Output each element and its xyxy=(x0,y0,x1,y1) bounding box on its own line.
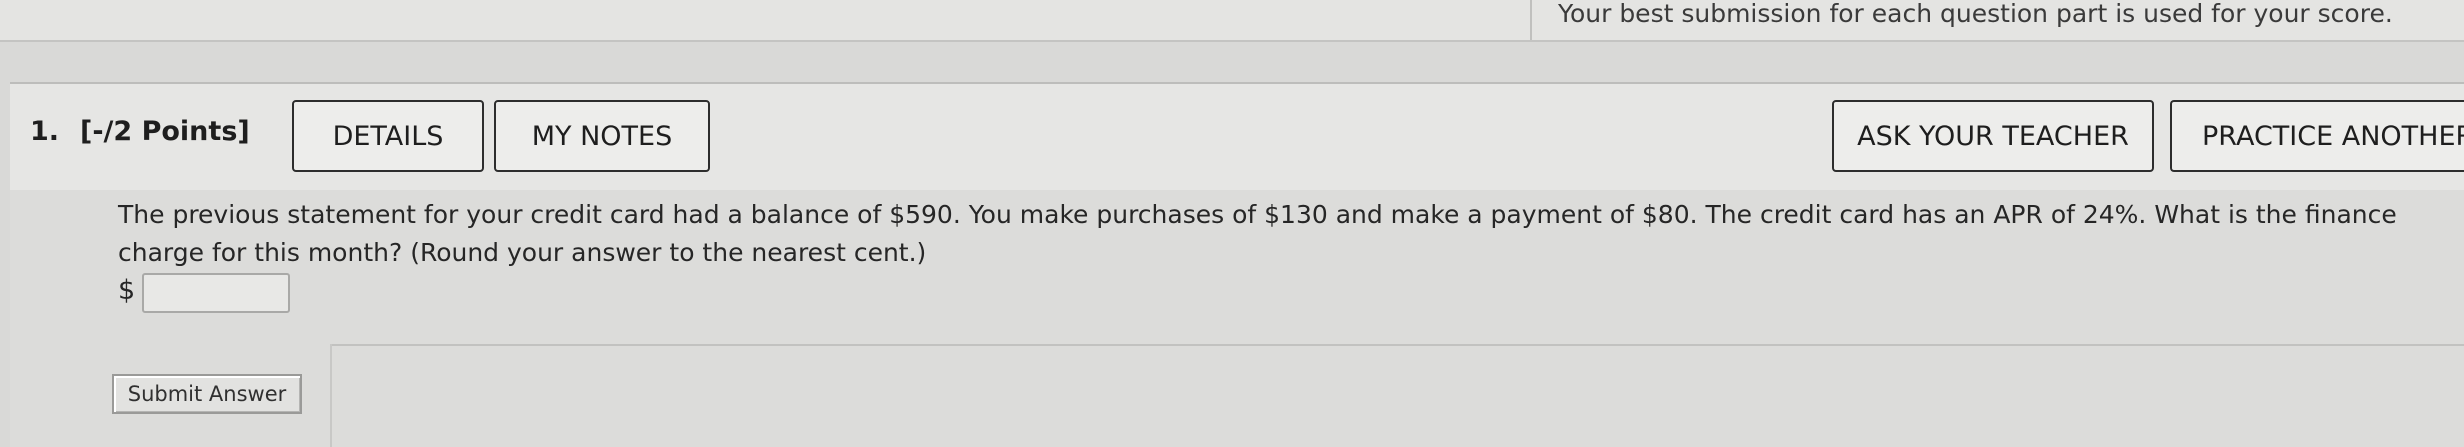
question-text: The previous statement for your credit c… xyxy=(118,200,2397,267)
answer-panel-left-border xyxy=(330,344,332,447)
question-number: 1. xyxy=(30,116,60,147)
answer-panel-border xyxy=(330,344,2464,346)
my-notes-button[interactable]: MY NOTES xyxy=(494,100,710,172)
ask-your-teacher-button[interactable]: ASK YOUR TEACHER xyxy=(1832,100,2154,172)
submit-answer-button[interactable]: Submit Answer xyxy=(112,374,302,414)
top-bar-divider xyxy=(1530,0,1532,40)
score-policy-note: Your best submission for each question p… xyxy=(1558,0,2393,28)
answer-input[interactable] xyxy=(142,273,290,313)
details-button[interactable]: DETAILS xyxy=(292,100,484,172)
question-points: [-/2 Points] xyxy=(80,116,250,147)
currency-symbol: $ xyxy=(118,275,136,306)
practice-another-button[interactable]: PRACTICE ANOTHER xyxy=(2170,100,2464,172)
